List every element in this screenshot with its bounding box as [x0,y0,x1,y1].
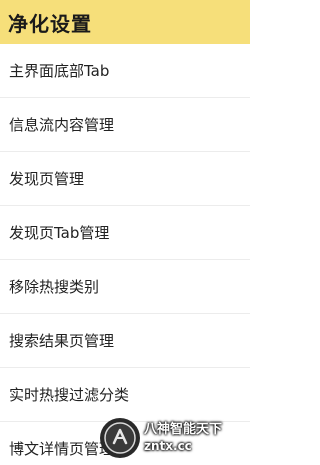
menu-item-realtime-hot-filter[interactable]: 实时热搜过滤分类 [0,368,250,422]
menu-item-post-detail[interactable]: 博文详情页管理 [0,422,250,465]
menu-item-label: 实时热搜过滤分类 [9,386,130,404]
menu-item-label: 主界面底部Tab [9,62,110,80]
menu-item-remove-hot-search[interactable]: 移除热搜类别 [0,260,250,314]
menu-item-label: 信息流内容管理 [9,116,115,134]
settings-screen: 净化设置 主界面底部Tab 信息流内容管理 发现页管理 发现页Tab管理 移除热… [0,0,250,465]
menu-item-label: 发现页管理 [9,170,85,188]
page-title: 净化设置 [8,11,92,36]
settings-menu: 主界面底部Tab 信息流内容管理 发现页管理 发现页Tab管理 移除热搜类别 搜… [0,44,250,465]
menu-item-feed-content[interactable]: 信息流内容管理 [0,98,250,152]
menu-item-discover-tab[interactable]: 发现页Tab管理 [0,206,250,260]
menu-item-label: 移除热搜类别 [9,278,100,296]
menu-item-search-results[interactable]: 搜索结果页管理 [0,314,250,368]
menu-item-discover-page[interactable]: 发现页管理 [0,152,250,206]
header-bar: 净化设置 [0,0,250,44]
menu-item-label: 搜索结果页管理 [9,332,115,350]
menu-item-label: 博文详情页管理 [9,440,115,458]
menu-item-bottom-tab[interactable]: 主界面底部Tab [0,44,250,98]
menu-item-label: 发现页Tab管理 [9,224,110,242]
